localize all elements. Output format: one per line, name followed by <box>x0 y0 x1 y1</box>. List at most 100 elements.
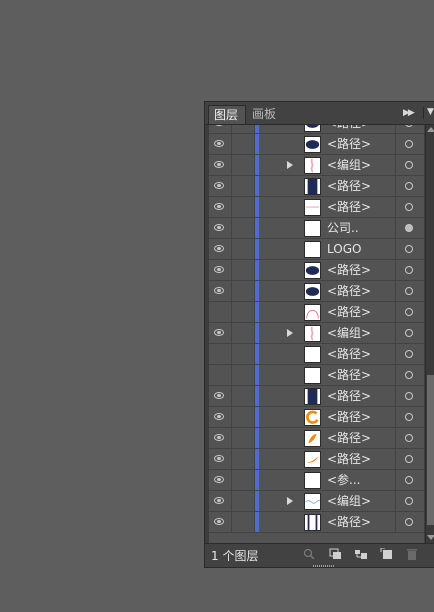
layer-row[interactable]: <路径> <box>209 449 424 470</box>
lock-toggle[interactable] <box>232 239 255 259</box>
target-cell[interactable] <box>395 428 424 448</box>
lock-toggle[interactable] <box>232 470 255 490</box>
visibility-toggle[interactable] <box>209 155 232 175</box>
visibility-toggle[interactable] <box>209 239 232 259</box>
target-cell[interactable] <box>395 197 424 217</box>
visibility-toggle[interactable] <box>209 470 232 490</box>
layer-name[interactable]: <路径> <box>327 452 371 467</box>
layer-name[interactable]: <编组> <box>327 326 371 341</box>
lock-toggle[interactable] <box>232 386 255 406</box>
visibility-toggle[interactable] <box>209 134 232 154</box>
layer-name[interactable]: <参... <box>327 473 361 488</box>
target-circle-icon[interactable] <box>405 497 413 505</box>
make-clipping-mask-icon[interactable] <box>328 548 342 560</box>
target-circle-icon[interactable] <box>405 140 413 148</box>
target-cell[interactable] <box>395 281 424 301</box>
target-circle-icon[interactable] <box>405 350 413 358</box>
lock-toggle[interactable] <box>232 125 255 133</box>
visibility-toggle[interactable] <box>209 218 232 238</box>
target-circle-icon[interactable] <box>405 518 413 526</box>
target-circle-icon[interactable] <box>405 455 413 463</box>
lock-toggle[interactable] <box>232 218 255 238</box>
layer-name[interactable]: <路径> <box>327 263 371 278</box>
visibility-toggle[interactable] <box>209 428 232 448</box>
layer-name[interactable]: <编组> <box>327 158 371 173</box>
layer-name[interactable]: <路径> <box>327 125 371 131</box>
layer-name[interactable]: LOGO <box>327 242 361 257</box>
target-cell[interactable] <box>395 323 424 343</box>
lock-toggle[interactable] <box>232 512 255 532</box>
layer-row[interactable]: <路径> <box>209 302 424 323</box>
target-cell[interactable] <box>395 125 424 133</box>
lock-toggle[interactable] <box>232 176 255 196</box>
target-circle-icon[interactable] <box>405 125 413 127</box>
lock-toggle[interactable] <box>232 134 255 154</box>
layer-row[interactable]: <路径> <box>209 281 424 302</box>
delete-layer-icon[interactable] <box>405 548 419 560</box>
target-cell[interactable] <box>395 155 424 175</box>
layer-row[interactable]: <路径> <box>209 197 424 218</box>
layer-name[interactable]: <路径> <box>327 431 371 446</box>
layer-row[interactable]: <路径> <box>209 344 424 365</box>
lock-toggle[interactable] <box>232 365 255 385</box>
target-cell[interactable] <box>395 491 424 511</box>
visibility-toggle[interactable] <box>209 302 232 322</box>
new-layer-icon[interactable] <box>380 548 394 560</box>
double-chevron-right-icon[interactable]: ▶▶ <box>403 108 415 118</box>
target-circle-icon[interactable] <box>405 476 413 484</box>
layer-name[interactable]: <路径> <box>327 347 371 362</box>
tab-layers[interactable]: 图层 <box>208 105 246 124</box>
target-cell[interactable] <box>395 218 424 238</box>
layer-name[interactable]: <路径> <box>327 389 371 404</box>
visibility-toggle[interactable] <box>209 386 232 406</box>
layer-row[interactable]: <编组> <box>209 155 424 176</box>
lock-toggle[interactable] <box>232 197 255 217</box>
lock-toggle[interactable] <box>232 323 255 343</box>
visibility-toggle[interactable] <box>209 449 232 469</box>
expand-arrow-icon[interactable] <box>287 497 293 505</box>
visibility-toggle[interactable] <box>209 125 232 133</box>
target-circle-icon[interactable] <box>405 329 413 337</box>
layer-row[interactable]: <路径> <box>209 407 424 428</box>
lock-toggle[interactable] <box>232 344 255 364</box>
layer-row[interactable]: <路径> <box>209 176 424 197</box>
layer-name[interactable]: <路径> <box>327 305 371 320</box>
target-cell[interactable] <box>395 176 424 196</box>
layer-name[interactable]: <路径> <box>327 284 371 299</box>
layer-name[interactable]: 公司.. <box>327 221 359 236</box>
target-cell[interactable] <box>395 470 424 490</box>
layer-row[interactable]: <编组> <box>209 491 424 512</box>
scroll-up-icon[interactable] <box>427 127 434 132</box>
layer-row[interactable]: <参... <box>209 470 424 491</box>
tab-artboards[interactable]: 画板 <box>247 105 283 124</box>
target-cell[interactable] <box>395 449 424 469</box>
scrollbar[interactable] <box>425 125 434 543</box>
target-circle-icon[interactable] <box>405 392 413 400</box>
layer-name[interactable]: <路径> <box>327 200 371 215</box>
layer-name[interactable]: <编组> <box>327 494 371 509</box>
target-circle-icon[interactable] <box>405 266 413 274</box>
scroll-thumb[interactable] <box>427 375 434 525</box>
layer-row[interactable]: LOGO <box>209 239 424 260</box>
expand-arrow-icon[interactable] <box>287 329 293 337</box>
target-circle-icon[interactable] <box>405 308 413 316</box>
visibility-toggle[interactable] <box>209 323 232 343</box>
new-sublayer-icon[interactable] <box>354 548 368 560</box>
visibility-toggle[interactable] <box>209 512 232 532</box>
layer-name[interactable]: <路径> <box>327 368 371 383</box>
lock-toggle[interactable] <box>232 281 255 301</box>
target-cell[interactable] <box>395 407 424 427</box>
target-cell[interactable] <box>395 344 424 364</box>
target-circle-icon[interactable] <box>405 203 413 211</box>
target-cell[interactable] <box>395 239 424 259</box>
scroll-down-icon[interactable] <box>427 535 434 540</box>
visibility-toggle[interactable] <box>209 491 232 511</box>
visibility-toggle[interactable] <box>209 176 232 196</box>
visibility-toggle[interactable] <box>209 407 232 427</box>
lock-toggle[interactable] <box>232 155 255 175</box>
panel-menu-icon[interactable]: ▼≡ <box>423 107 434 119</box>
layer-name[interactable]: <路径> <box>327 179 371 194</box>
target-circle-icon[interactable] <box>405 161 413 169</box>
target-cell[interactable] <box>395 365 424 385</box>
lock-toggle[interactable] <box>232 407 255 427</box>
